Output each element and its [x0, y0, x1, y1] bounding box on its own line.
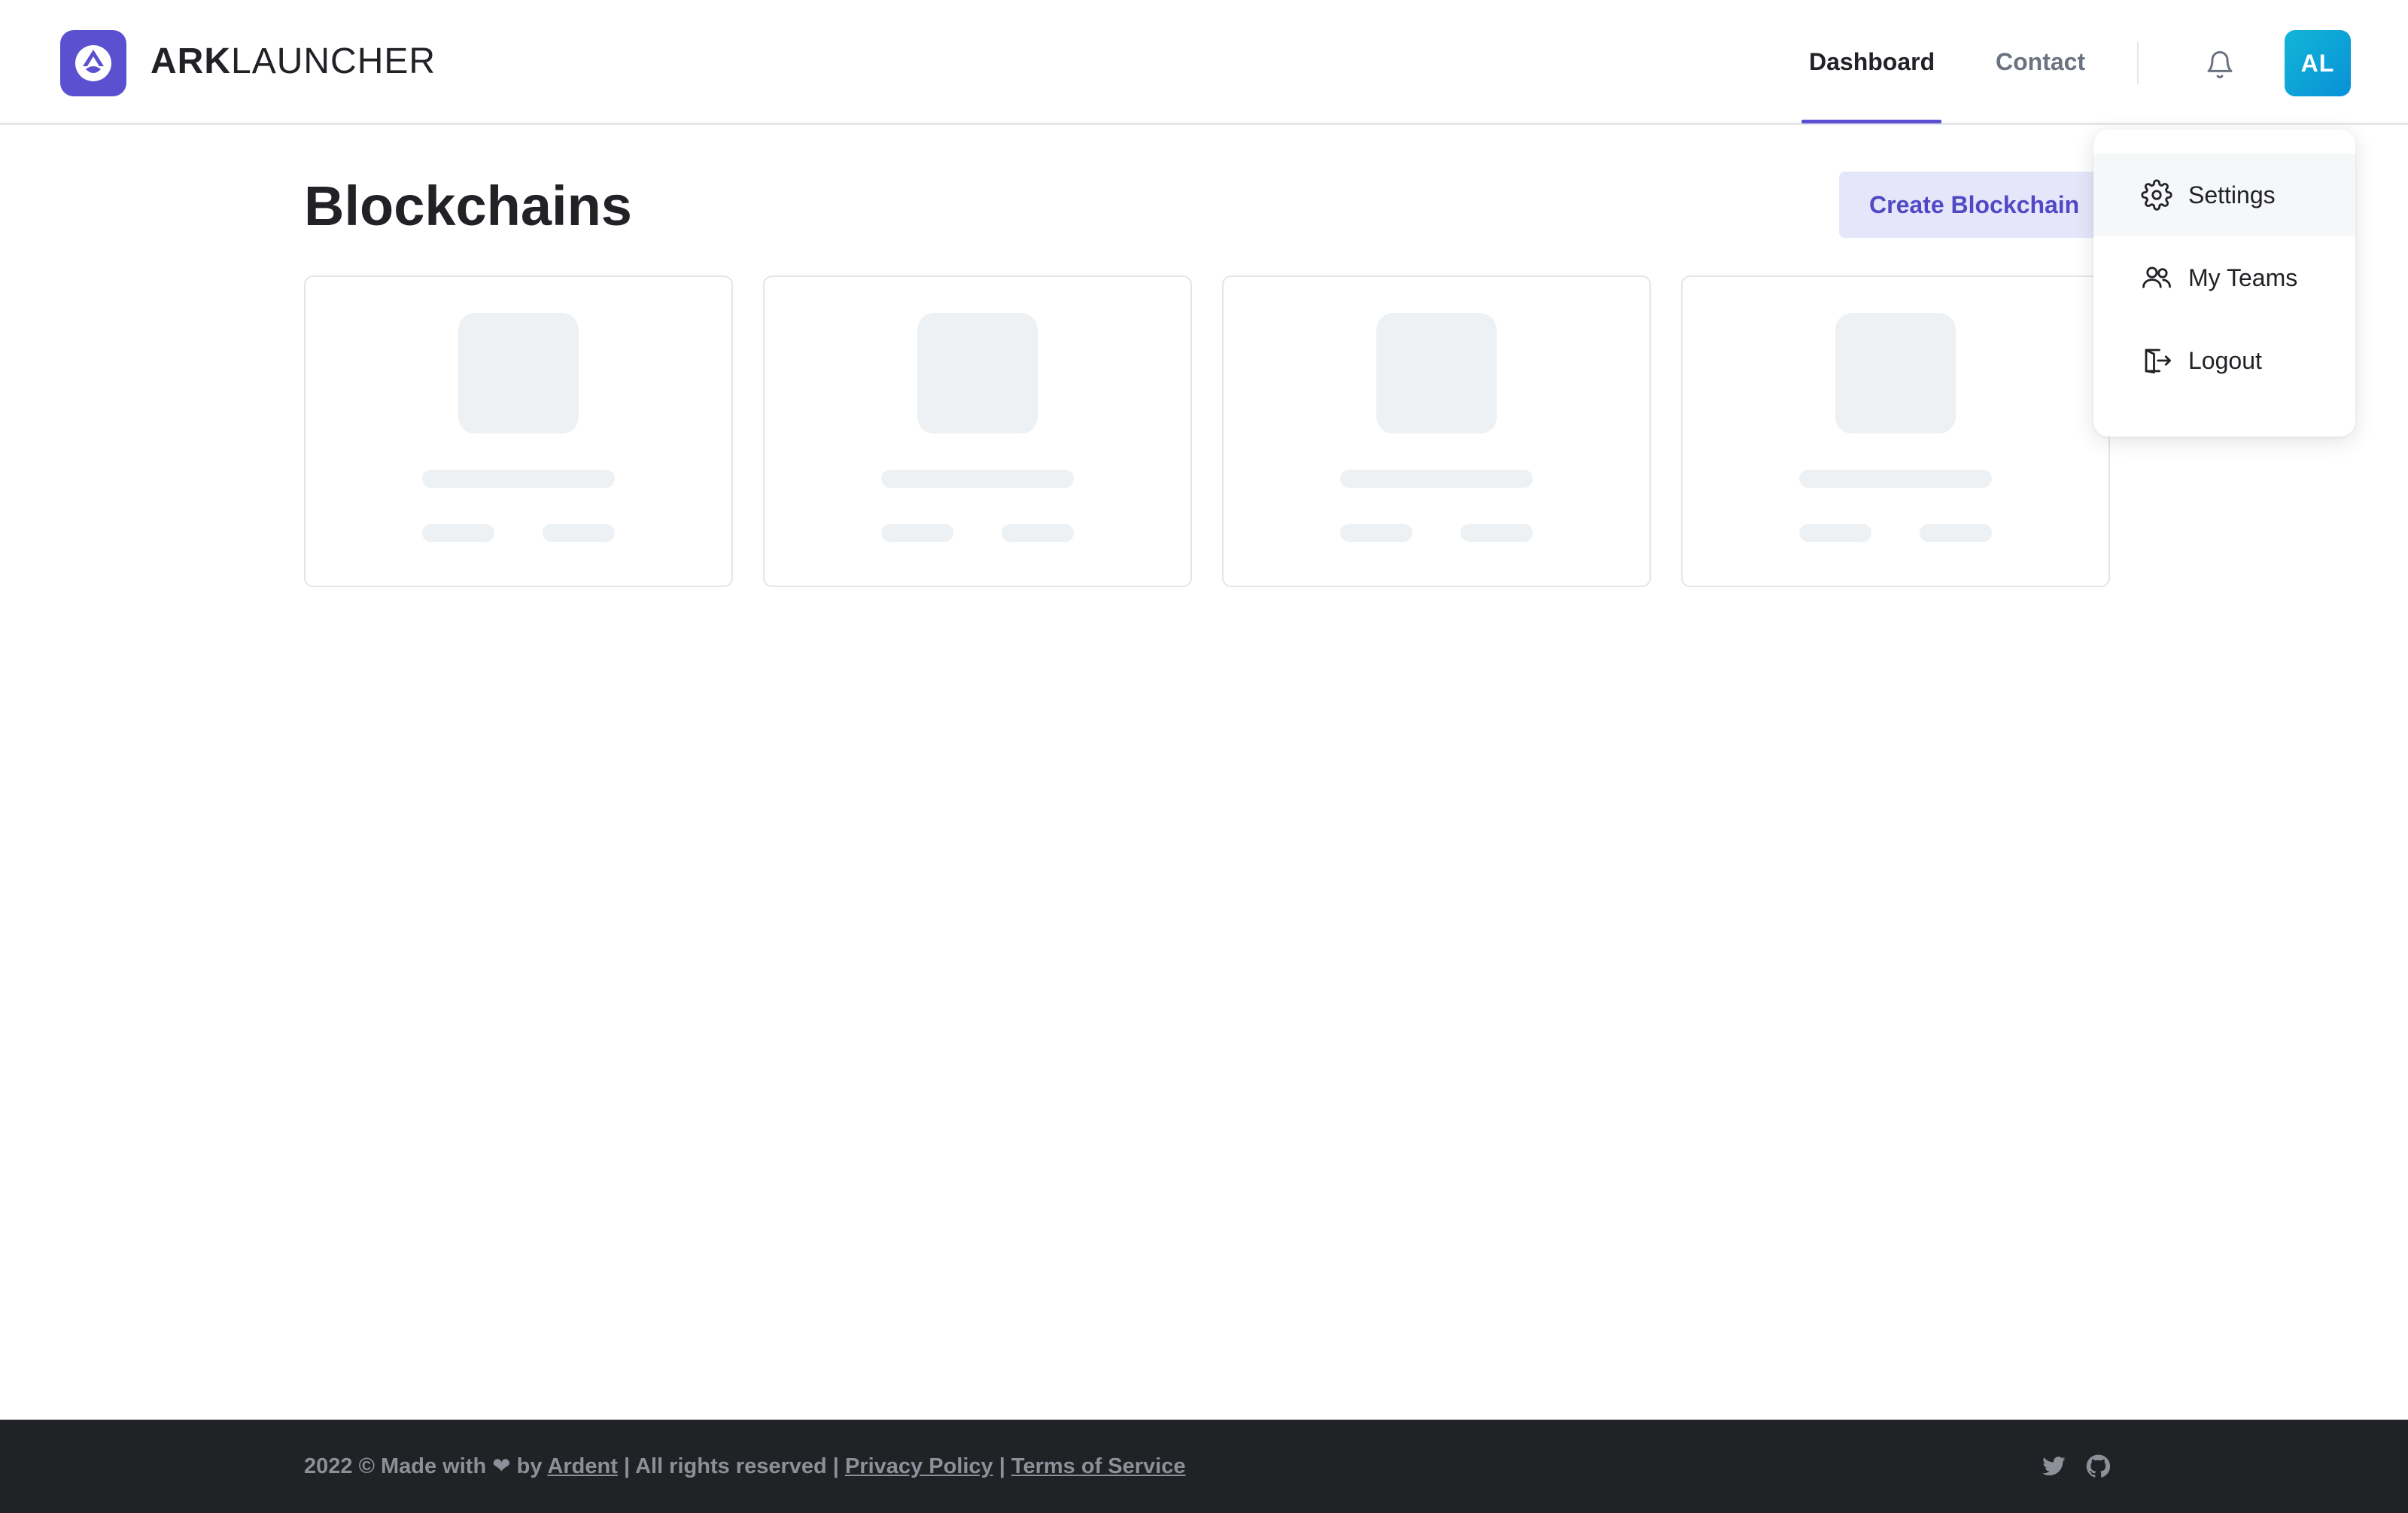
footer-separator: | [999, 1454, 1005, 1478]
skeleton-thumbnail [1835, 313, 1956, 434]
skeleton-meta-line [422, 524, 494, 542]
privacy-policy-link[interactable]: Privacy Policy [845, 1454, 993, 1478]
terms-of-service-link[interactable]: Terms of Service [1011, 1454, 1186, 1478]
menu-item-label: Logout [2188, 346, 2262, 374]
nav-active-indicator [1801, 120, 1941, 123]
menu-item-my-teams[interactable]: My Teams [2093, 236, 2355, 319]
footer: 2022 © Made with ❤ by Ardent | All right… [0, 1420, 2408, 1513]
blockchain-card-skeleton [763, 276, 1192, 587]
nav-divider [2137, 42, 2139, 84]
footer-by: by [516, 1454, 543, 1478]
skeleton-title-line [881, 470, 1074, 488]
brand-name[interactable]: ARKLAUNCHER [150, 39, 436, 84]
footer-rights: All rights reserved [635, 1454, 827, 1478]
skeleton-meta-line [1340, 524, 1412, 542]
skeleton-meta-line [881, 524, 953, 542]
create-blockchain-button[interactable]: Create Blockchain [1839, 172, 2093, 238]
page-title: Blockchains [304, 175, 632, 237]
footer-separator: | [623, 1454, 631, 1478]
footer-prefix: 2022 © Made with [304, 1454, 487, 1478]
user-avatar[interactable]: AL [2285, 30, 2351, 96]
author-link[interactable]: Ardent [547, 1454, 617, 1478]
skeleton-title-line [422, 470, 615, 488]
gear-icon [2140, 178, 2173, 212]
skeleton-title-line [1340, 470, 1533, 488]
top-navbar: ARKLAUNCHER Dashboard Contact AL [0, 0, 2408, 125]
menu-item-settings[interactable]: Settings [2093, 154, 2355, 236]
skeleton-title-line [1799, 470, 1992, 488]
skeleton-meta-line [543, 524, 615, 542]
nav-contact[interactable]: Contact [1996, 44, 2085, 80]
users-icon [2140, 261, 2173, 294]
twitter-icon[interactable] [2041, 1453, 2068, 1480]
skeleton-thumbnail [458, 313, 579, 434]
skeleton-thumbnail [917, 313, 1038, 434]
bell-icon[interactable] [2200, 45, 2239, 84]
menu-item-label: My Teams [2188, 263, 2298, 291]
brand-name-light: LAUNCHER [231, 41, 436, 81]
heart-icon: ❤ [492, 1454, 511, 1478]
blockchain-card-skeleton [1222, 276, 1651, 587]
skeleton-meta-line [1920, 524, 1992, 542]
brand-name-bold: ARK [150, 41, 231, 81]
skeleton-meta-line [1799, 524, 1871, 542]
blockchain-card-skeleton [1681, 276, 2110, 587]
skeleton-thumbnail [1376, 313, 1497, 434]
skeleton-meta-line [1002, 524, 1074, 542]
logout-icon [2140, 344, 2173, 377]
menu-item-logout[interactable]: Logout [2093, 319, 2355, 402]
github-icon[interactable] [2084, 1453, 2112, 1480]
footer-copyright: 2022 © Made with ❤ by Ardent | All right… [304, 1450, 1185, 1483]
nav-dashboard[interactable]: Dashboard [1809, 44, 1935, 80]
blockchain-card-skeleton [304, 276, 733, 587]
user-menu-dropdown: Settings My Teams Logout [2093, 129, 2355, 437]
footer-separator: | [832, 1454, 839, 1478]
ark-logo-icon[interactable] [60, 30, 126, 96]
skeleton-meta-line [1461, 524, 1533, 542]
menu-item-label: Settings [2188, 181, 2276, 209]
